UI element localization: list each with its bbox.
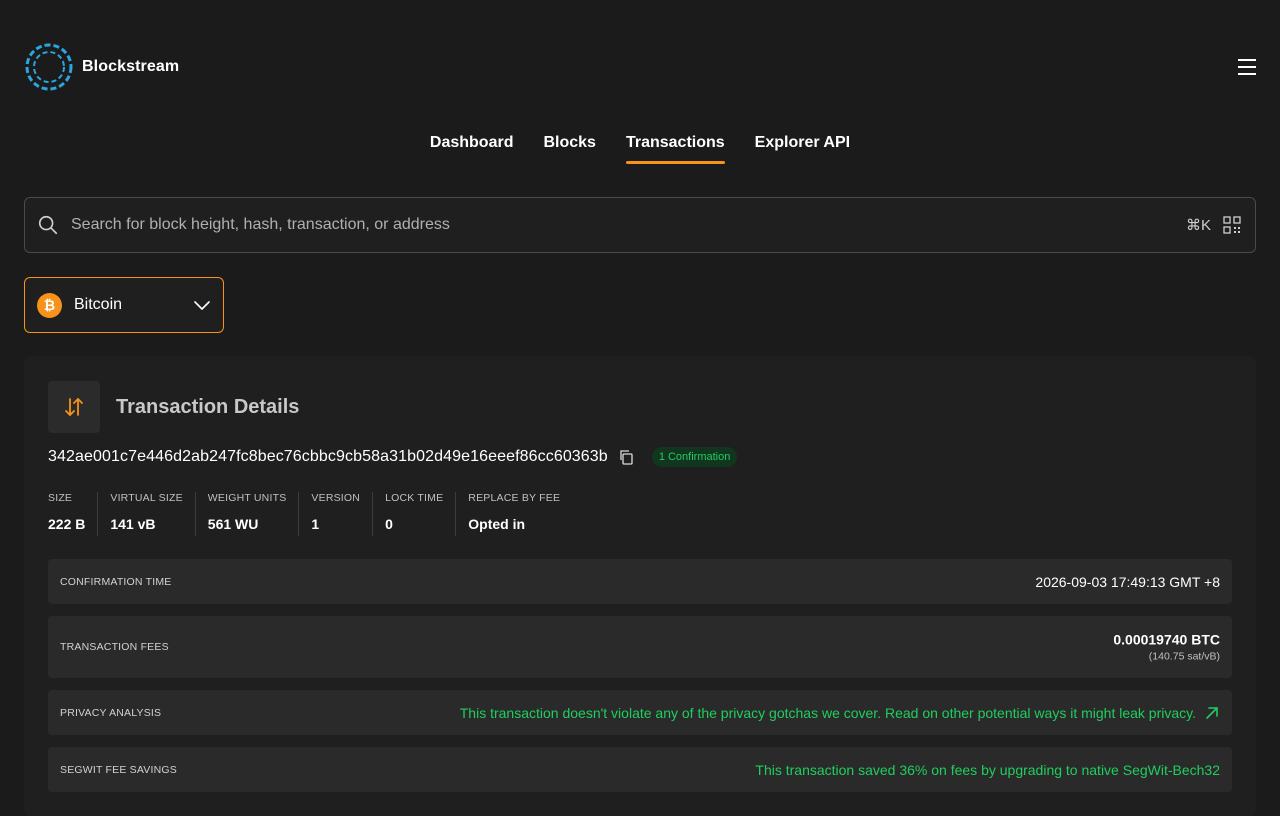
blockstream-logo-icon — [25, 43, 73, 91]
stat-label: LOCK TIME — [385, 492, 444, 504]
transaction-hash: 342ae001c7e446d2ab247fc8bec76cbbc9cb58a3… — [48, 448, 608, 465]
search-input[interactable] — [71, 216, 1186, 234]
privacy-analysis-link[interactable]: This transaction doesn't violate any of … — [460, 705, 1196, 721]
fees-value-group: 0.00019740 BTC (140.75 sat/vB) — [1113, 632, 1220, 663]
row-label: SEGWIT FEE SAVINGS — [60, 763, 177, 776]
confirmation-time-value: 2026-09-03 17:49:13 GMT +8 — [1035, 573, 1220, 590]
transaction-details-card: Transaction Details 342ae001c7e446d2ab24… — [24, 356, 1256, 816]
stat-value: 0 — [385, 516, 393, 532]
segwit-fee-savings-row: SEGWIT FEE SAVINGS This transaction save… — [48, 747, 1232, 792]
row-label: CONFIRMATION TIME — [60, 575, 172, 588]
stat-replace-by-fee: REPLACE BY FEE Opted in — [468, 492, 572, 536]
transaction-stats: SIZE 222 B VIRTUAL SIZE 141 vB WEIGHT UN… — [48, 492, 584, 536]
stat-label: VIRTUAL SIZE — [110, 492, 183, 504]
qr-code-icon[interactable] — [1223, 216, 1241, 234]
privacy-analysis-value: This transaction doesn't violate any of … — [460, 705, 1220, 721]
brand-name: Blockstream — [82, 58, 180, 75]
confirmation-badge: 1 Confirmation — [651, 447, 738, 467]
stat-label: WEIGHT UNITS — [207, 492, 287, 504]
stat-label: REPLACE BY FEE — [468, 492, 561, 504]
row-label: TRANSACTION FEES — [60, 641, 169, 653]
header: Blockstream — [0, 0, 1280, 130]
page-title: Transaction Details — [116, 396, 300, 418]
stat-value: 561 WU — [207, 516, 259, 532]
nav-explorer-api[interactable]: Explorer API — [755, 134, 850, 164]
chevron-down-icon — [194, 301, 210, 310]
nav-transactions[interactable]: Transactions — [625, 134, 725, 164]
transaction-icon-box — [48, 381, 100, 433]
network-selector[interactable]: ₿ Bitcoin — [24, 277, 224, 333]
stat-version: VERSION 1 — [311, 492, 374, 536]
stat-weight-units: WEIGHT UNITS 561 WU — [208, 492, 300, 536]
search-shortcut-hint: ⌘K — [1185, 217, 1211, 234]
stat-label: VERSION — [311, 492, 361, 504]
search-icon — [38, 215, 58, 235]
confirmation-time-row: CONFIRMATION TIME 2026-09-03 17:49:13 GM… — [48, 559, 1232, 604]
privacy-analysis-row: PRIVACY ANALYSIS This transaction doesn'… — [48, 690, 1232, 735]
network-label: Bitcoin — [74, 296, 123, 313]
external-link-icon[interactable] — [1204, 705, 1220, 721]
main-nav: Dashboard Blocks Transactions Explorer A… — [0, 134, 1280, 164]
blockstream-logo[interactable]: Blockstream — [24, 42, 179, 92]
stat-label: SIZE — [48, 492, 73, 504]
stat-lock-time: LOCK TIME 0 — [385, 492, 457, 536]
stat-value: 1 — [311, 516, 320, 532]
stat-size: SIZE 222 B — [48, 492, 99, 536]
segwit-savings-value: This transaction saved 36% on fees by up… — [755, 761, 1220, 778]
fee-amount: 0.00019740 BTC — [1113, 631, 1220, 648]
transaction-fees-row: TRANSACTION FEES 0.00019740 BTC (140.75 … — [48, 616, 1232, 678]
stat-value: 141 vB — [110, 516, 156, 532]
fee-rate: (140.75 sat/vB) — [1148, 650, 1220, 663]
stat-value: Opted in — [468, 516, 526, 532]
nav-dashboard[interactable]: Dashboard — [430, 134, 514, 164]
nav-blocks[interactable]: Blocks — [543, 134, 595, 164]
stat-value: 222 B — [48, 516, 86, 532]
copy-icon[interactable] — [618, 449, 634, 465]
search-bar: ⌘K — [24, 197, 1256, 253]
row-label: PRIVACY ANALYSIS — [60, 706, 162, 719]
stat-virtual-size: VIRTUAL SIZE 141 vB — [110, 492, 196, 536]
swap-arrows-icon — [65, 398, 83, 416]
transaction-hash-row: 342ae001c7e446d2ab247fc8bec76cbbc9cb58a3… — [48, 447, 738, 467]
bitcoin-icon: ₿ — [37, 292, 62, 318]
hamburger-menu-icon[interactable] — [1236, 58, 1258, 76]
